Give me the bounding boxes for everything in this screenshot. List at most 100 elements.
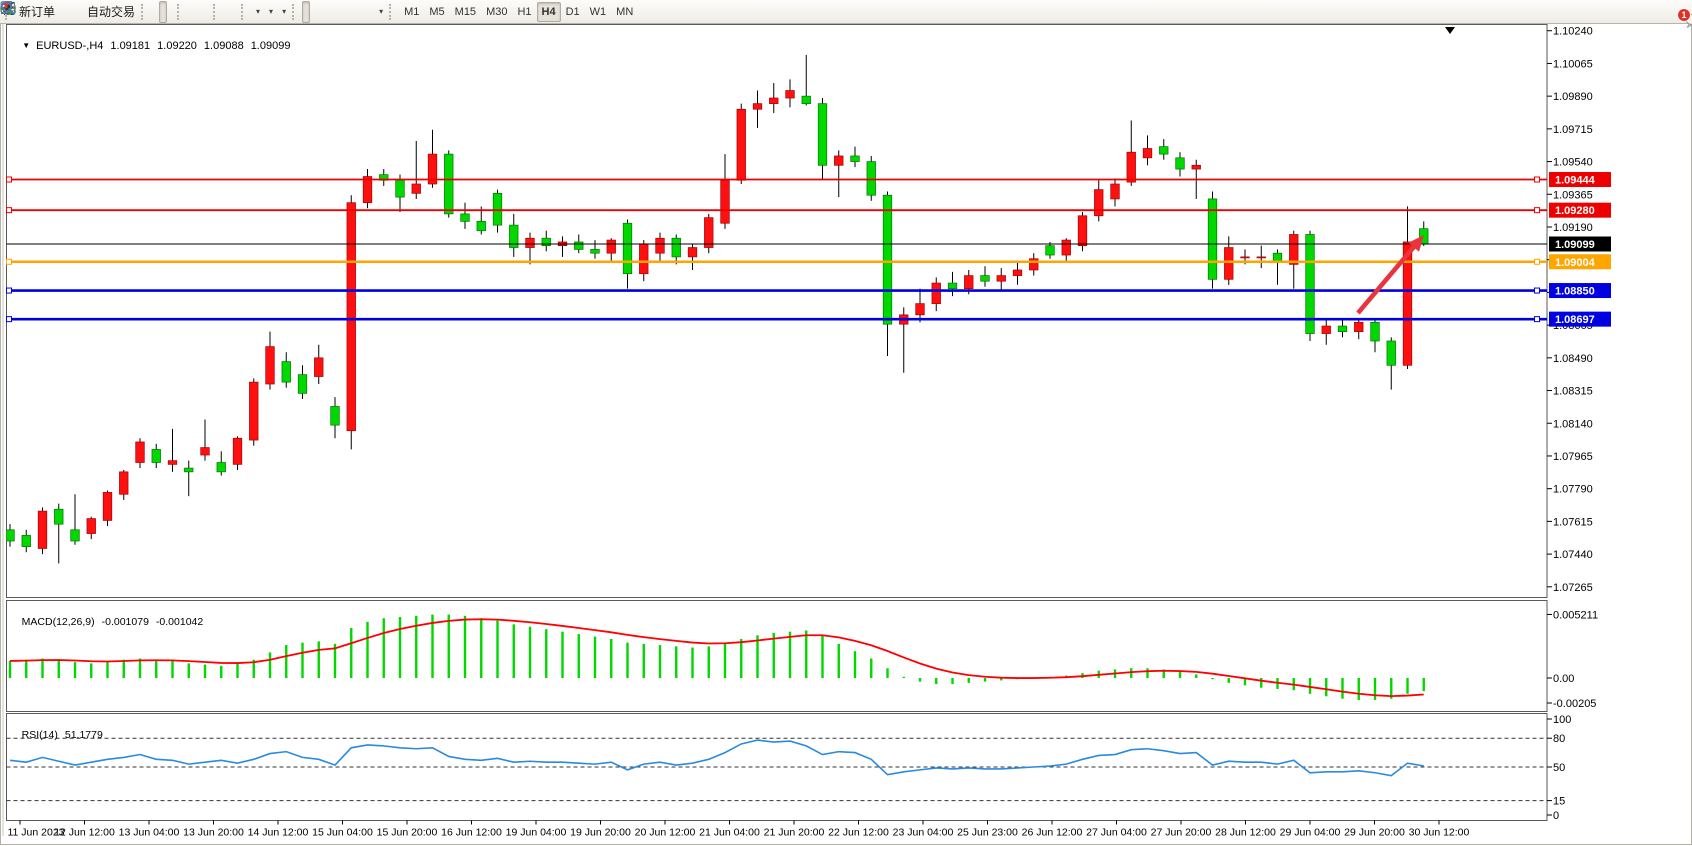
main-toolbar: 新订单 自动交易 ▾ ▾ ▾ EFAT ▾ M1M5M15M30H1H4D1W1MN 1 (0, 0, 1692, 24)
chart-menu-icon[interactable]: ▼ (22, 41, 30, 50)
crosshair-button[interactable] (310, 1, 318, 23)
search-icon (0, 0, 16, 16)
svg-text:23 Jun 04:00: 23 Jun 04:00 (893, 827, 954, 839)
hline-handle[interactable] (7, 288, 12, 293)
svg-text:13 Jun 04:00: 13 Jun 04:00 (119, 827, 180, 839)
timeframe-w1-button[interactable]: W1 (585, 2, 612, 22)
price-axis: 1.102401.100651.098901.097151.095401.093… (1547, 26, 1593, 594)
channel-button[interactable]: E (342, 1, 350, 23)
main-panel[interactable] (7, 25, 1548, 598)
timeframe-m5-button[interactable]: M5 (424, 2, 449, 22)
chart-shift-button[interactable] (231, 1, 239, 23)
autotrading-button-label: 自动交易 (87, 3, 135, 20)
svg-text:27 Jun 20:00: 27 Jun 20:00 (1151, 827, 1212, 839)
time-axis[interactable]: 11 Jun 202312 Jun 12:0013 Jun 04:0013 Ju… (7, 821, 1469, 839)
svg-text:1.08140: 1.08140 (1553, 418, 1593, 430)
label-button[interactable]: T (366, 1, 374, 23)
svg-text:28 Jun 12:00: 28 Jun 12:00 (1215, 827, 1276, 839)
svg-text:19 Jun 20:00: 19 Jun 20:00 (570, 827, 631, 839)
svg-text:29 Jun 20:00: 29 Jun 20:00 (1344, 827, 1405, 839)
timeframe-h4-button[interactable]: H4 (537, 2, 561, 22)
svg-text:1.09365: 1.09365 (1553, 189, 1593, 201)
new-order-button[interactable]: 新订单 (15, 1, 59, 23)
toolbar-grip (141, 4, 147, 20)
svg-text:0.00: 0.00 (1553, 673, 1574, 685)
timeframe-mn-button[interactable]: MN (611, 2, 638, 22)
chevron-down-icon: ▾ (379, 7, 383, 16)
arrows-button[interactable]: ▾ (374, 1, 387, 23)
new-chart-button[interactable]: ▾ (251, 1, 264, 23)
svg-text:1.10240: 1.10240 (1553, 26, 1593, 38)
bar-chart-button[interactable] (151, 1, 159, 23)
svg-text:1.09190: 1.09190 (1553, 222, 1593, 234)
cursor-button[interactable] (302, 1, 310, 23)
svg-text:14 Jun 12:00: 14 Jun 12:00 (248, 827, 309, 839)
svg-text:15 Jun 20:00: 15 Jun 20:00 (377, 827, 438, 839)
hline-handle[interactable] (7, 259, 12, 264)
chart-canvas[interactable]: 1.102401.100651.098901.097151.095401.093… (0, 23, 1692, 846)
rsi-axis: 1008050150 (1547, 714, 1571, 822)
hline-button[interactable] (326, 1, 334, 23)
hline-handle[interactable] (1535, 317, 1540, 322)
timeframe-m30-button[interactable]: M30 (481, 2, 512, 22)
period-button[interactable]: ▾ (264, 1, 277, 23)
svg-text:80: 80 (1553, 733, 1565, 745)
svg-text:12 Jun 12:00: 12 Jun 12:00 (54, 827, 115, 839)
svg-text:13 Jun 20:00: 13 Jun 20:00 (183, 827, 244, 839)
chevron-down-icon: ▾ (256, 7, 260, 16)
vline-button[interactable] (318, 1, 326, 23)
hline-handle[interactable] (7, 317, 12, 322)
svg-text:1.07440: 1.07440 (1553, 549, 1593, 561)
chart-publish-icon[interactable] (67, 1, 75, 23)
timeframe-m15-button[interactable]: M15 (450, 2, 481, 22)
chevron-down-icon: ▾ (282, 7, 286, 16)
signals-icon[interactable] (75, 1, 83, 23)
svg-text:1.10065: 1.10065 (1553, 58, 1593, 70)
fibonacci-button[interactable]: F (350, 1, 358, 23)
svg-text:1.09444: 1.09444 (1555, 175, 1596, 187)
svg-text:1.08490: 1.08490 (1553, 353, 1593, 365)
svg-text:29 Jun 04:00: 29 Jun 04:00 (1280, 827, 1341, 839)
macd-panel[interactable] (7, 601, 1548, 712)
chart-window[interactable]: 1.102401.100651.098901.097151.095401.093… (0, 23, 1692, 846)
hline-handle[interactable] (7, 208, 12, 213)
hline-handle[interactable] (1535, 288, 1540, 293)
svg-text:19 Jun 04:00: 19 Jun 04:00 (506, 827, 567, 839)
hline-handle[interactable] (1535, 259, 1540, 264)
svg-text:15: 15 (1553, 796, 1565, 808)
notification-badge: 1 (1677, 8, 1691, 22)
chart-symbol-period: EURUSD-,H4 (36, 40, 103, 52)
hline-handle[interactable] (1535, 208, 1540, 213)
svg-text:1.09280: 1.09280 (1555, 205, 1595, 217)
auto-scroll-button[interactable] (223, 1, 231, 23)
autotrading-button[interactable]: 自动交易 (83, 1, 139, 23)
template-button[interactable]: ▾ (277, 1, 290, 23)
svg-text:16 Jun 12:00: 16 Jun 12:00 (441, 827, 502, 839)
trendline-button[interactable] (334, 1, 342, 23)
hline-handle[interactable] (1535, 177, 1540, 182)
line-chart-button[interactable] (167, 1, 175, 23)
svg-text:1.09715: 1.09715 (1553, 124, 1593, 136)
svg-text:25 Jun 23:00: 25 Jun 23:00 (957, 827, 1018, 839)
svg-text:1.07615: 1.07615 (1553, 516, 1593, 528)
timeframe-m1-button[interactable]: M1 (399, 2, 424, 22)
macd-main-value: -0.001079 (102, 616, 149, 628)
svg-text:1.09540: 1.09540 (1553, 157, 1593, 169)
hammer-tool-icon[interactable] (59, 1, 67, 23)
timeframe-d1-button[interactable]: D1 (561, 2, 585, 22)
zoom-in-button[interactable] (187, 1, 195, 23)
svg-text:50: 50 (1553, 762, 1565, 774)
toolbar-grip (213, 4, 219, 20)
hline-handle[interactable] (7, 177, 12, 182)
zoom-out-button[interactable] (195, 1, 203, 23)
timeframe-h1-button[interactable]: H1 (512, 2, 536, 22)
macd-axis: 0.0052110.00-0.00205 (1547, 609, 1598, 710)
tile-windows-button[interactable] (203, 1, 211, 23)
candlestick-button[interactable] (159, 1, 167, 23)
macd-indicator-label: MACD(12,26,9)-0.001079-0.001042 (10, 604, 203, 640)
svg-text:1.07965: 1.07965 (1553, 451, 1593, 463)
text-button[interactable]: A (358, 1, 366, 23)
svg-text:26 Jun 12:00: 26 Jun 12:00 (1022, 827, 1083, 839)
svg-text:20 Jun 12:00: 20 Jun 12:00 (635, 827, 696, 839)
macd-signal-value: -0.001042 (156, 616, 203, 628)
